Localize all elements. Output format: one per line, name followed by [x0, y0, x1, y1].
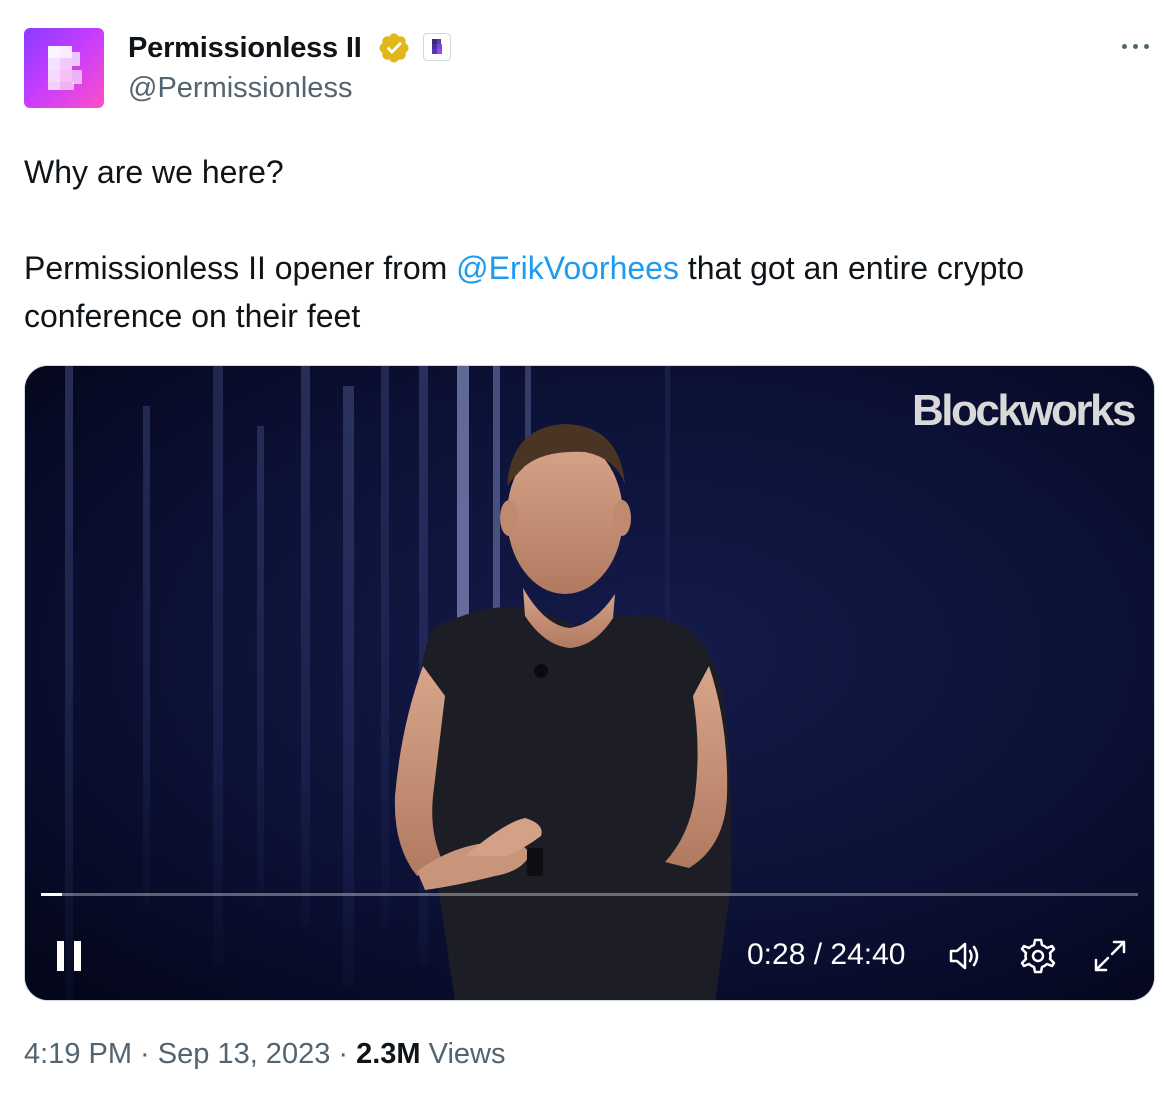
progress-fill [41, 893, 62, 896]
meta-separator: · [132, 1038, 158, 1070]
tweet-time[interactable]: 4:19 PM [24, 1038, 132, 1070]
tweet-line-1: Why are we here? [24, 154, 284, 190]
views-count: 2.3M [356, 1038, 421, 1070]
meta-separator: · [330, 1038, 357, 1070]
blockworks-affiliate-icon [432, 39, 442, 54]
blockworks-watermark: Blockworks [912, 386, 1136, 435]
progress-bar[interactable] [41, 893, 1138, 896]
affiliate-badge[interactable] [423, 33, 451, 61]
avatar[interactable] [24, 28, 104, 108]
views-label: Views [420, 1038, 506, 1070]
tweet-text: Why are we here? Permissionless II opene… [24, 148, 1134, 340]
verified-badge-icon[interactable] [377, 31, 411, 65]
author-handle[interactable]: @Permissionless [128, 70, 352, 106]
current-time: 0:28 [747, 938, 806, 971]
volume-icon[interactable] [945, 936, 985, 976]
pause-icon[interactable] [53, 936, 87, 976]
tweet-meta: 4:19 PM · Sep 13, 2023 · 2.3M Views [24, 1036, 505, 1072]
tweet-date[interactable]: Sep 13, 2023 [158, 1038, 331, 1070]
video-player[interactable]: Blockworks 0:28 / 24:40 [24, 365, 1155, 1001]
video-frame [25, 366, 1154, 1000]
settings-icon[interactable] [1018, 936, 1058, 976]
time-display: 0:28 / 24:40 [747, 936, 905, 974]
tweet-line-2-prefix: Permissionless II opener from [24, 250, 457, 286]
time-separator: / [805, 938, 831, 971]
fullscreen-icon[interactable] [1090, 936, 1130, 976]
mention-link[interactable]: @ErikVoorhees [456, 250, 679, 286]
more-options-icon[interactable] [1118, 34, 1154, 58]
duration: 24:40 [830, 938, 906, 971]
tweet-line-2: Permissionless II opener from @ErikVoorh… [24, 244, 1134, 340]
author-display-name[interactable]: Permissionless II [128, 30, 362, 66]
blockworks-logo-icon [48, 46, 82, 90]
